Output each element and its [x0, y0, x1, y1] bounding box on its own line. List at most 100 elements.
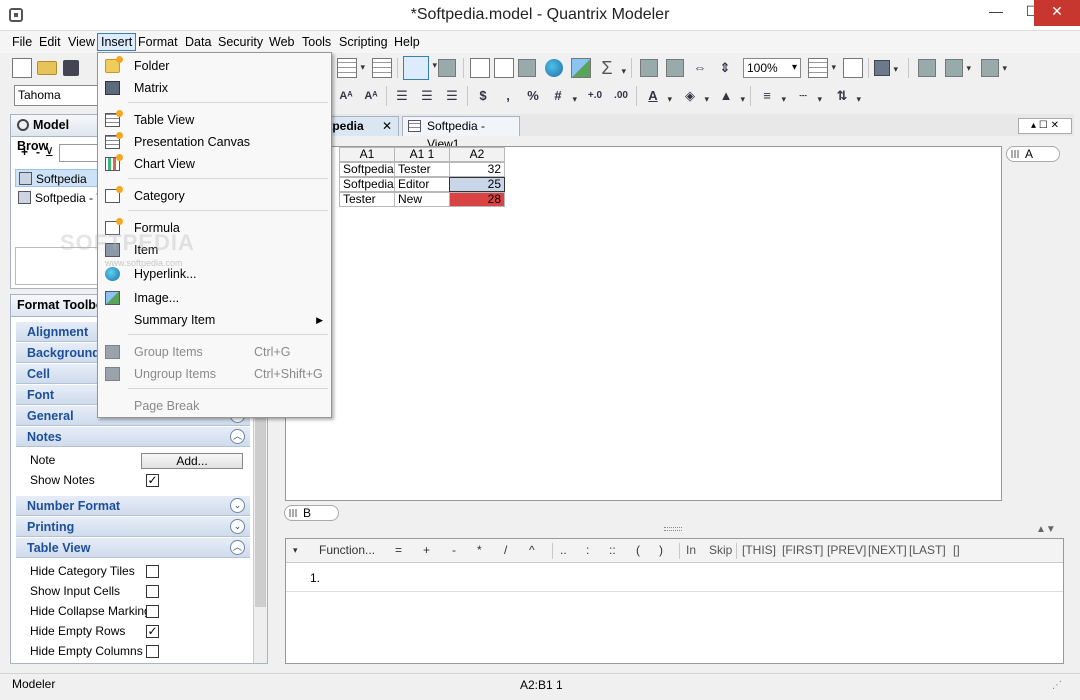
op-equals[interactable]: = [395, 543, 402, 557]
menu-item-chart-view[interactable]: Chart View [98, 153, 331, 175]
op-minus[interactable]: - [452, 543, 456, 557]
frame-icon[interactable] [843, 58, 863, 78]
find-icon[interactable] [403, 56, 437, 80]
percent-icon[interactable]: % [523, 86, 543, 106]
op-double-colon[interactable]: :: [609, 543, 616, 557]
align-center-icon[interactable]: ☰ [417, 86, 437, 106]
function-button[interactable]: Function... [319, 543, 375, 557]
menu-item-group-items[interactable]: Group Items Ctrl+G [98, 341, 331, 363]
op-close-paren[interactable]: ) [659, 543, 663, 557]
close-icon[interactable]: ✕ [382, 117, 392, 135]
section-printing[interactable]: Printing ⌄ [16, 517, 250, 537]
menu-item-folder[interactable]: Folder [98, 55, 331, 77]
column-header-a2[interactable]: A2 [449, 147, 505, 162]
hide-empty-columns-checkbox[interactable] [146, 645, 159, 658]
row-label-cell[interactable]: Tester [339, 192, 395, 207]
column-header-a1-1[interactable]: A1 1 [394, 147, 450, 162]
text-color-icon[interactable]: A [643, 86, 672, 109]
selected-data-cell[interactable]: 25 [449, 177, 505, 192]
menu-item-matrix[interactable]: Matrix [98, 77, 331, 99]
menu-item-summary-item[interactable]: Summary Item ▶ [98, 309, 331, 331]
menu-help[interactable]: Help [391, 33, 423, 51]
menu-data[interactable]: Data [182, 33, 214, 51]
expand-button[interactable]: + [21, 145, 28, 159]
op-range[interactable]: .. [560, 543, 567, 557]
op-plus[interactable]: + [423, 543, 430, 557]
line-spacing-icon[interactable]: ⇅ [832, 86, 861, 109]
kw-this[interactable]: [THIS] [742, 543, 776, 557]
op-power[interactable]: ^ [529, 543, 535, 557]
menu-security[interactable]: Security [215, 33, 266, 51]
kw-in[interactable]: In [686, 543, 696, 557]
resize-grip-icon[interactable]: ⋰ [1052, 680, 1062, 691]
category-tile-b[interactable]: B [284, 505, 339, 521]
section-notes[interactable]: Notes ︿ [16, 427, 250, 447]
save-icon[interactable] [63, 60, 79, 76]
row-label-cell[interactable]: Softpedia [339, 162, 395, 177]
category-tile-a[interactable]: A [1006, 146, 1060, 162]
kw-skip[interactable]: Skip [709, 543, 732, 557]
menu-item-ungroup-items[interactable]: Ungroup Items Ctrl+Shift+G [98, 363, 331, 385]
split-handle[interactable] [664, 527, 682, 531]
menu-item-image[interactable]: Image... [98, 287, 331, 309]
collapse-icon[interactable]: ︿ [230, 540, 245, 555]
panel-arrows-icon[interactable]: ▲▼ [1036, 524, 1056, 535]
presentation-icon[interactable] [372, 58, 392, 78]
chart-view-icon[interactable] [337, 58, 365, 78]
kw-last[interactable]: [LAST] [909, 543, 946, 557]
expand-icon[interactable]: ⌄ [230, 498, 245, 513]
kw-first[interactable]: [FIRST] [782, 543, 823, 557]
op-divide[interactable]: / [504, 543, 507, 557]
tab-softpedia-view1[interactable]: Softpedia - View1 [402, 116, 520, 151]
row-label-cell[interactable]: Softpedia [339, 177, 395, 192]
line-dash-icon[interactable]: ┄ [793, 86, 822, 109]
tree-item-softpedia-view[interactable]: Softpedia - View1 [15, 189, 101, 207]
expand-icon[interactable]: ⌄ [230, 519, 245, 534]
menu-edit[interactable]: Edit [36, 33, 64, 51]
align-left-icon[interactable]: ☰ [392, 86, 412, 106]
formula-editor-input[interactable] [320, 565, 1050, 589]
menu-scripting[interactable]: Scripting [336, 33, 391, 51]
filter-icon[interactable]: ⊻ [45, 145, 54, 159]
menu-item-table-view[interactable]: Table View [98, 109, 331, 131]
menu-view[interactable]: View [65, 33, 98, 51]
op-open-paren[interactable]: ( [636, 543, 640, 557]
decrease-decimal-icon[interactable]: .00 [611, 86, 631, 106]
new-model-icon[interactable] [12, 58, 32, 78]
send-back-icon[interactable] [945, 59, 971, 77]
summary-icon[interactable]: Σ [597, 58, 626, 81]
category-icon[interactable] [494, 58, 514, 78]
collapse-button[interactable]: - [36, 145, 40, 159]
row-label-cell[interactable]: Tester [394, 162, 450, 177]
item-icon[interactable] [518, 59, 536, 77]
menu-tools[interactable]: Tools [299, 33, 334, 51]
line-style-icon[interactable]: ≡ [757, 86, 786, 109]
increase-decimal-icon[interactable]: +.0 [585, 86, 605, 106]
image-icon[interactable] [571, 58, 591, 78]
kw-brackets[interactable]: [] [953, 543, 960, 557]
close-button[interactable]: ✕ [1034, 0, 1080, 26]
add-note-button[interactable]: Add... [141, 453, 243, 469]
op-colon[interactable]: : [586, 543, 589, 557]
formula-icon[interactable] [470, 58, 490, 78]
open-folder-icon[interactable] [37, 61, 57, 75]
comma-icon[interactable]: , [498, 86, 518, 106]
menu-item-category[interactable]: Category [98, 185, 331, 207]
insert-column-icon[interactable] [666, 59, 684, 77]
minimize-button[interactable]: — [978, 0, 1014, 26]
collapse-icon[interactable]: ︿ [230, 429, 245, 444]
zoom-select[interactable]: 100% [743, 58, 801, 78]
fill-color-icon[interactable]: ◈ [680, 86, 709, 109]
section-table-view[interactable]: Table View ︿ [16, 538, 250, 558]
insert-row-icon[interactable] [640, 59, 658, 77]
hide-category-tiles-checkbox[interactable] [146, 565, 159, 578]
hide-collapse-marking-checkbox[interactable] [146, 605, 159, 618]
tool-icon[interactable] [438, 59, 456, 77]
menu-format[interactable]: Format [135, 33, 181, 51]
font-larger-icon[interactable]: Aᴬ [361, 86, 381, 106]
cube-icon[interactable] [874, 60, 898, 76]
currency-icon[interactable]: $ [473, 86, 493, 106]
layout-icon[interactable] [808, 58, 836, 78]
bring-front-icon[interactable] [918, 59, 936, 77]
data-cell[interactable]: 32 [449, 162, 505, 177]
